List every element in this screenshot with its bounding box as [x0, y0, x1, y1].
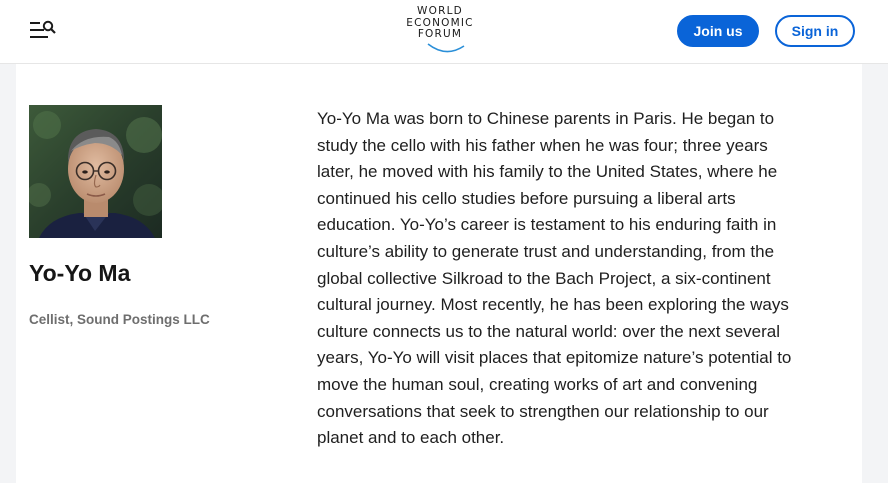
profile-bio: Yo-Yo Ma was born to Chinese parents in …: [317, 106, 857, 452]
logo-arc-icon: [427, 43, 465, 53]
page: WORLD ECONOMIC FORUM Join us Sign in Yo-…: [0, 0, 888, 483]
bio-line: education. Yo-Yo’s career is testament t…: [317, 215, 777, 235]
wef-logo[interactable]: WORLD ECONOMIC FORUM: [396, 5, 484, 58]
right-gutter: [862, 64, 888, 483]
sign-in-button[interactable]: Sign in: [775, 15, 855, 47]
profile-photo: [29, 105, 162, 238]
profile-name: Yo-Yo Ma: [29, 260, 131, 286]
logo-line-3: FORUM: [417, 28, 463, 40]
profile-role: Cellist, Sound Postings LLC: [29, 312, 210, 327]
bio-line: global collective Silkroad to the Bach P…: [317, 268, 771, 288]
bio-line: study the cello with his father when he …: [317, 135, 768, 155]
bio-line: continued his cello studies before pursu…: [317, 188, 736, 208]
bio-line: culture connects us to the natural world…: [317, 321, 781, 341]
bio-line: conversations that seek to strengthen ou…: [317, 401, 769, 421]
bio-line: planet and to each other.: [317, 428, 505, 448]
bio-line: cultural journey. Most recently, he has …: [317, 295, 789, 315]
join-us-button[interactable]: Join us: [677, 15, 759, 47]
menu-search-icon[interactable]: [28, 18, 60, 44]
bio-line: Yo-Yo Ma was born to Chinese parents in …: [317, 109, 775, 128]
logo-line-1: WORLD: [417, 5, 463, 17]
left-gutter: [0, 64, 16, 483]
bio-line: culture’s ability to generate trust and …: [317, 241, 775, 261]
bio-line: later, he moved with his family to the U…: [317, 162, 778, 182]
site-header: WORLD ECONOMIC FORUM Join us Sign in: [0, 0, 888, 64]
bio-line: years, Yo-Yo will visit places that epit…: [317, 348, 792, 368]
bio-line: move the human soul, creating works of a…: [317, 374, 758, 394]
